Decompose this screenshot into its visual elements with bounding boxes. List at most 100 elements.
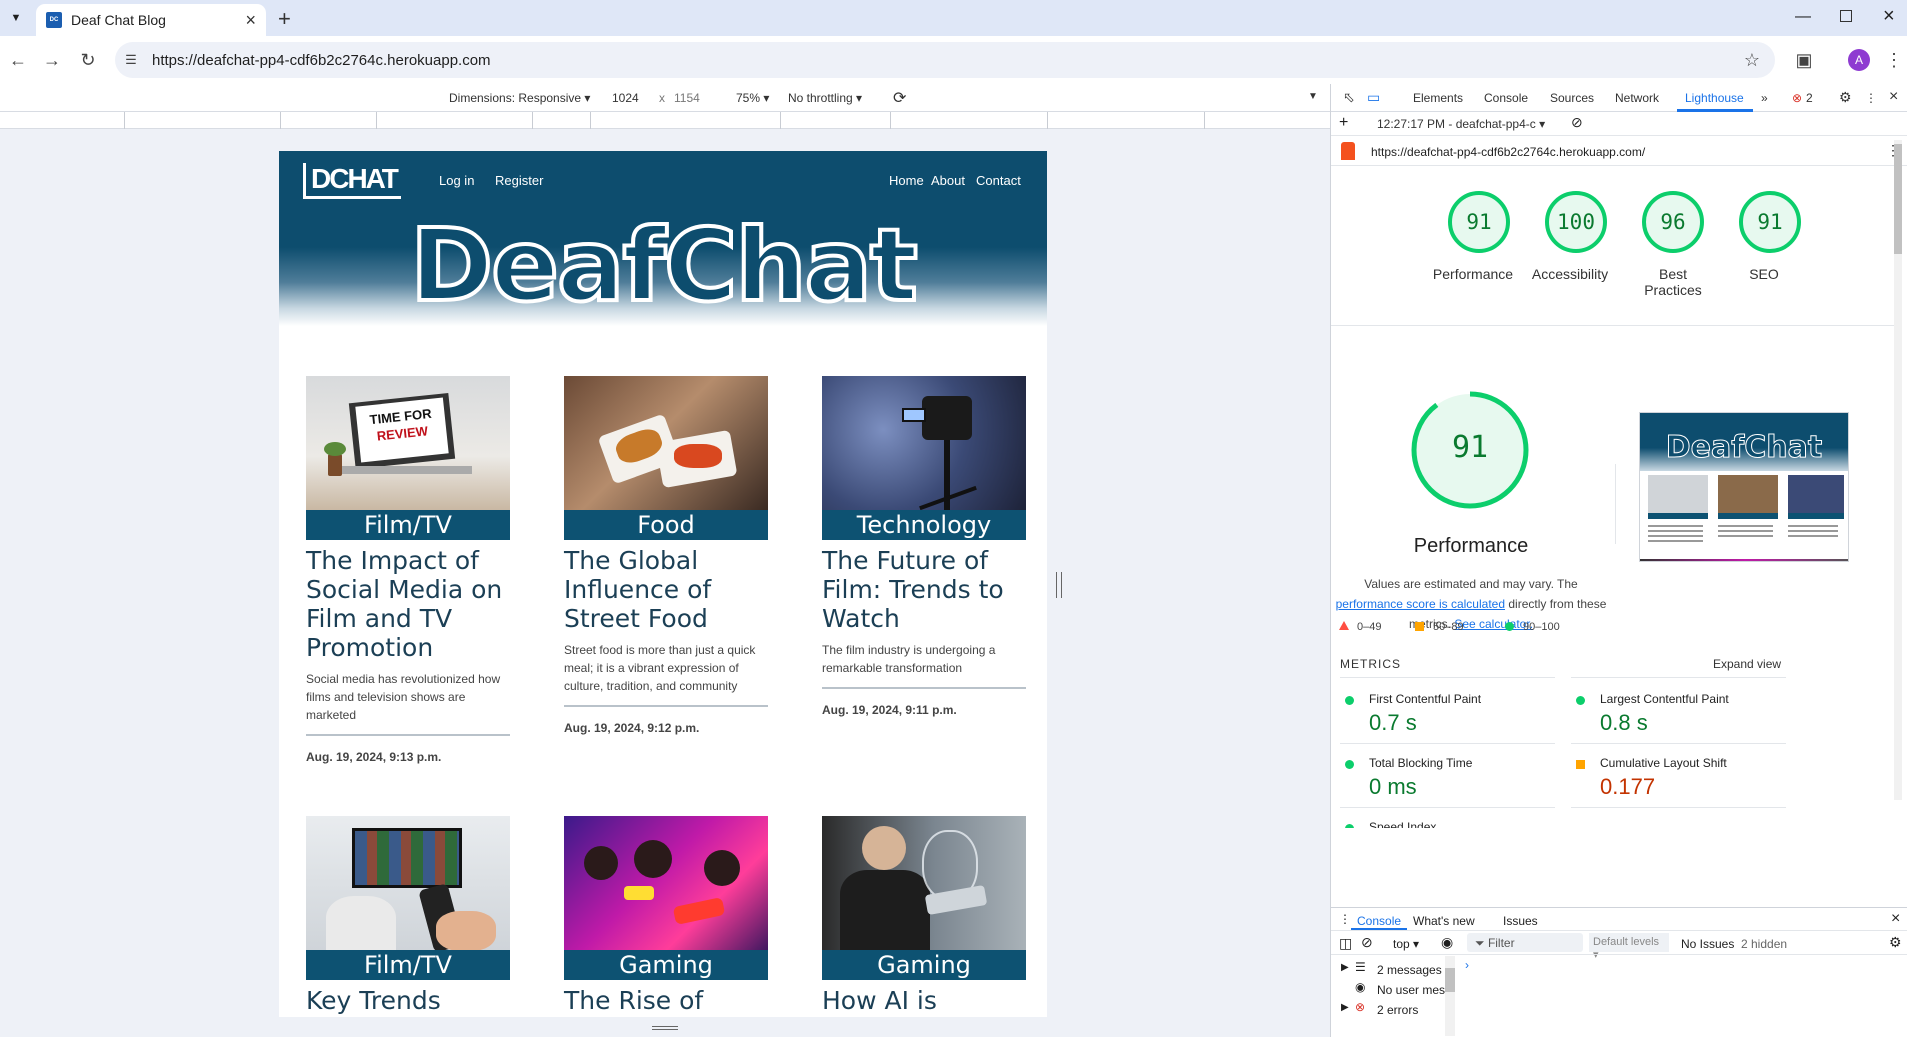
post-image xyxy=(306,816,510,950)
profile-avatar[interactable]: A xyxy=(1848,49,1870,71)
legend-fail-icon xyxy=(1339,621,1349,630)
expand-arrow-icon[interactable]: ▶ xyxy=(1341,962,1349,973)
tab-list-chevron-icon[interactable]: ▼ xyxy=(7,9,25,27)
log-levels-select[interactable]: Default levels ▾ xyxy=(1589,933,1669,961)
review-sign: TIME FOR REVIEW xyxy=(355,397,449,463)
post-card[interactable]: Gaming How AI is Transforming xyxy=(822,816,1026,1017)
console-settings-icon[interactable]: ⚙ xyxy=(1889,934,1902,951)
height-input[interactable]: 1154 xyxy=(674,91,700,105)
drawer-menu-icon[interactable]: ⋮ xyxy=(1339,912,1351,926)
post-title[interactable]: The Impact of Social Media on Film and T… xyxy=(306,546,510,662)
more-tabs-icon[interactable]: » xyxy=(1761,91,1768,105)
nav-register-link[interactable]: Register xyxy=(495,173,543,188)
console-sidebar-scrollbar[interactable] xyxy=(1445,956,1455,1036)
tab-console[interactable]: Console xyxy=(1484,91,1528,105)
site-favicon: DC xyxy=(46,12,62,28)
back-icon[interactable]: ← xyxy=(6,48,30,72)
post-title[interactable]: Key Trends Shaping the TV xyxy=(306,986,510,1017)
score-gauge-performance[interactable]: 91 Performance xyxy=(1428,190,1518,282)
nav-login-link[interactable]: Log in xyxy=(439,173,474,188)
sidebar-row-user-messages[interactable]: No user mes... xyxy=(1377,983,1455,997)
viewport-bottom-handle[interactable] xyxy=(652,1026,678,1030)
zoom-select[interactable]: 75% ▾ xyxy=(736,91,769,105)
new-report-icon[interactable]: + xyxy=(1339,114,1348,132)
error-icon[interactable]: ⊗ xyxy=(1792,91,1802,105)
device-toolbar-more-icon[interactable]: ▼ xyxy=(1308,91,1318,102)
see-calculator-link[interactable]: See calculator. xyxy=(1454,617,1533,631)
new-tab-icon[interactable]: + xyxy=(278,6,291,32)
post-card[interactable]: Technology The Future of Film: Trends to… xyxy=(822,376,1026,717)
url-text[interactable]: https://deafchat-pp4-cdf6b2c2764c.heroku… xyxy=(152,52,491,69)
restore-icon[interactable] xyxy=(1840,10,1852,22)
settings-gear-icon[interactable]: ⚙ xyxy=(1839,89,1852,106)
post-image xyxy=(822,816,1026,950)
browser-tab[interactable]: DC Deaf Chat Blog × xyxy=(36,4,266,36)
close-devtools-icon[interactable]: × xyxy=(1889,88,1898,106)
report-url[interactable]: https://deafchat-pp4-cdf6b2c2764c.heroku… xyxy=(1371,145,1645,159)
post-title[interactable]: The Global Influence of Street Food xyxy=(564,546,768,633)
score-gauge-accessibility[interactable]: 100 Accessibility xyxy=(1525,190,1615,282)
report-select[interactable]: 12:27:17 PM - deafchat-pp4-c ▾ xyxy=(1377,117,1545,131)
reload-icon[interactable]: ↻ xyxy=(76,48,100,72)
dimensions-select[interactable]: Dimensions: Responsive ▾ xyxy=(449,91,590,105)
score-gauge-seo[interactable]: 91 SEO xyxy=(1719,190,1809,282)
nav-about-link[interactable]: About xyxy=(931,173,965,188)
post-card[interactable]: Food The Global Influence of Street Food… xyxy=(564,376,768,735)
filter-placeholder: ⏷ Filter xyxy=(1475,936,1515,950)
user-icon: ◉ xyxy=(1355,980,1366,994)
error-count[interactable]: 2 xyxy=(1806,91,1813,105)
minimize-icon[interactable]: — xyxy=(1795,8,1811,26)
viewport-resize-handle[interactable] xyxy=(1056,572,1062,598)
tab-sources[interactable]: Sources xyxy=(1550,91,1594,105)
expand-view-toggle[interactable]: Expand view xyxy=(1713,657,1781,671)
tab-lighthouse[interactable]: Lighthouse xyxy=(1685,91,1744,105)
nav-home-link[interactable]: Home xyxy=(889,173,924,188)
close-window-icon[interactable]: × xyxy=(1883,5,1895,28)
site-logo[interactable]: DCHAT xyxy=(303,163,401,199)
inspect-element-icon[interactable]: ⬁ xyxy=(1343,89,1355,106)
perf-score-link[interactable]: performance score is calculated xyxy=(1336,597,1505,611)
width-input[interactable]: 1024 xyxy=(612,87,654,107)
post-card[interactable]: Film/TV Key Trends Shaping the TV xyxy=(306,816,510,1017)
clear-console-icon[interactable]: ⊘ xyxy=(1361,934,1373,951)
sidebar-row-messages[interactable]: 2 messages xyxy=(1377,963,1442,977)
close-drawer-icon[interactable]: × xyxy=(1891,910,1900,928)
drawer-tab-issues[interactable]: Issues xyxy=(1503,914,1538,928)
console-prompt-icon[interactable]: › xyxy=(1465,958,1469,972)
console-sidebar-icon[interactable]: ◫ xyxy=(1339,935,1352,952)
post-card[interactable]: Gaming The Rise of Mobile Gaming xyxy=(564,816,768,1017)
expand-arrow-icon[interactable]: ▶ xyxy=(1341,1002,1349,1013)
score-gauge-best-practices[interactable]: 96 Best Practices xyxy=(1622,190,1712,298)
tab-network[interactable]: Network xyxy=(1615,91,1659,105)
close-tab-icon[interactable]: × xyxy=(245,10,256,31)
tab-title: Deaf Chat Blog xyxy=(71,12,166,28)
browser-menu-icon[interactable]: ⋮ xyxy=(1882,48,1906,72)
post-category: Gaming xyxy=(822,950,1026,980)
drawer-tab-console[interactable]: Console xyxy=(1357,914,1401,928)
live-expression-eye-icon[interactable]: ◉ xyxy=(1441,934,1453,951)
post-title[interactable]: How AI is Transforming xyxy=(822,986,1026,1017)
tab-elements[interactable]: Elements xyxy=(1413,91,1463,105)
issues-counter[interactable]: No Issues xyxy=(1681,937,1734,951)
context-select[interactable]: top ▾ xyxy=(1393,937,1419,951)
drawer-tab-whats-new[interactable]: What's new xyxy=(1413,914,1475,928)
post-image xyxy=(822,376,1026,510)
post-title[interactable]: The Rise of Mobile Gaming xyxy=(564,986,768,1017)
post-card[interactable]: TIME FOR REVIEW Film/TV The Impact of Soc… xyxy=(306,376,510,764)
nav-contact-link[interactable]: Contact xyxy=(976,173,1021,188)
device-toggle-icon[interactable]: ▭ xyxy=(1367,89,1380,106)
report-scrollbar[interactable] xyxy=(1894,140,1902,800)
clear-reports-icon[interactable]: ⊘ xyxy=(1571,114,1583,131)
sidebar-row-errors[interactable]: 2 errors xyxy=(1377,1003,1418,1017)
forward-icon[interactable]: → xyxy=(40,48,64,72)
rotate-icon[interactable]: ⟳ xyxy=(893,88,906,108)
legend-average-label: 50–89 xyxy=(1433,621,1464,633)
extensions-icon[interactable]: ▣ xyxy=(1792,48,1816,72)
bookmark-star-icon[interactable]: ☆ xyxy=(1740,48,1764,72)
site-info-icon[interactable]: ☰ xyxy=(119,48,143,72)
devtools-menu-icon[interactable]: ⋮ xyxy=(1865,91,1877,105)
score-value: 91 xyxy=(1466,210,1492,234)
throttling-select[interactable]: No throttling ▾ xyxy=(788,91,862,105)
page-screenshot-thumbnail[interactable]: DeafChat xyxy=(1639,412,1849,562)
post-title[interactable]: The Future of Film: Trends to Watch xyxy=(822,546,1026,633)
